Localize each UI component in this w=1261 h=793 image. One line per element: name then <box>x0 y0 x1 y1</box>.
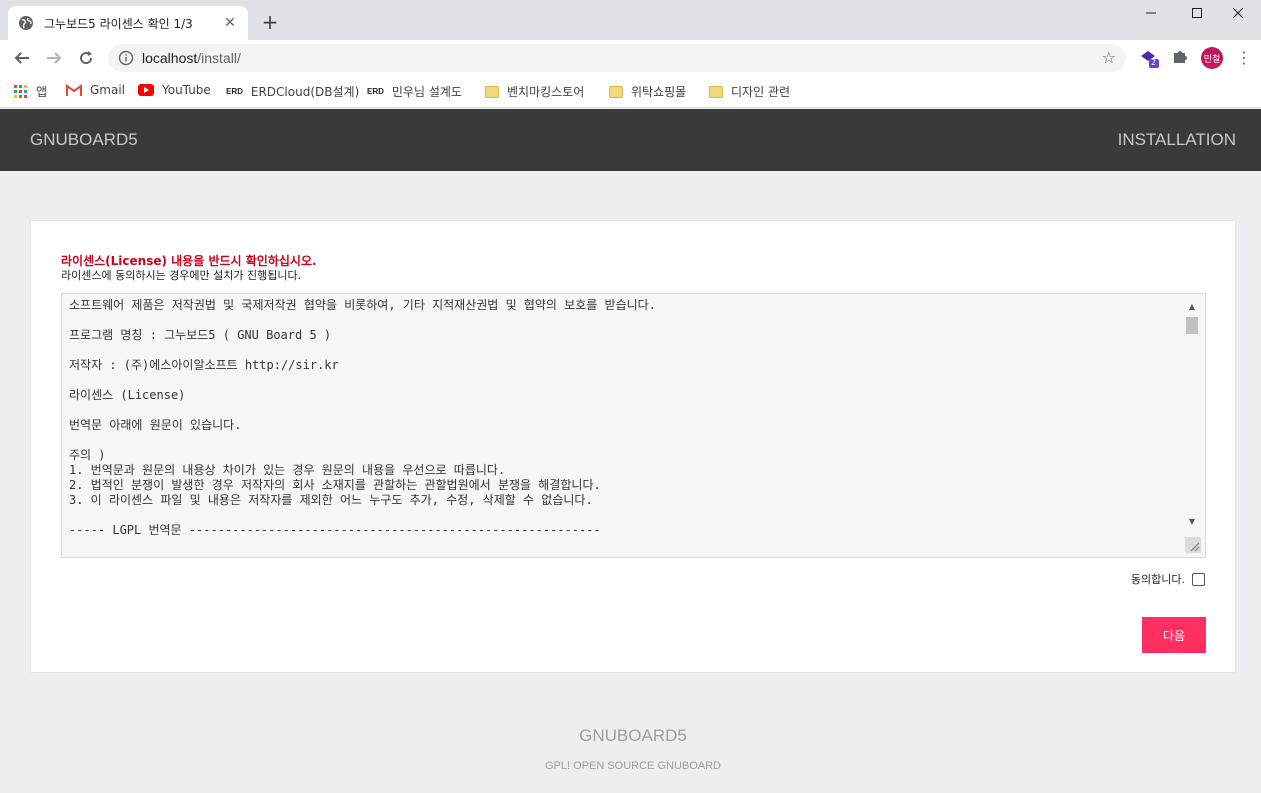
agree-row: 동의합니다. <box>1131 571 1205 587</box>
gmail-icon <box>66 84 82 96</box>
browser-tab[interactable]: 그누보드5 라이센스 확인 1/3 ✕ <box>8 6 248 40</box>
folder-icon <box>485 85 499 98</box>
profile-avatar[interactable]: 민철 <box>1201 47 1223 69</box>
minimize-icon <box>1146 12 1156 14</box>
erd-icon: ERD <box>367 87 384 96</box>
bookmark-label: 디자인 관련 <box>731 85 791 99</box>
license-subtitle: 라이센스에 동의하시는 경우에만 설치가 진행됩니다. <box>61 269 302 282</box>
url-path: /install/ <box>197 50 241 66</box>
bookmark-apps[interactable]: 앱 <box>14 83 47 100</box>
bookmark-label: 위탁쇼핑몰 <box>631 85 687 99</box>
header-installation-label: INSTALLATION <box>1117 130 1236 149</box>
tab-title: 그누보드5 라이센스 확인 1/3 <box>44 16 193 31</box>
apps-grid-icon <box>14 84 27 98</box>
resize-grip-icon[interactable] <box>1185 537 1201 553</box>
bookmark-youtube[interactable]: YouTube <box>138 83 211 97</box>
forward-button[interactable] <box>42 46 66 70</box>
bookmark-label: ERDCloud(DB설계) <box>250 85 360 99</box>
url-text[interactable]: localhost/install/ <box>142 50 241 66</box>
bookmark-design[interactable]: 디자인 관련 <box>709 83 790 100</box>
browser-toolbar: localhost/install/ ☆ 2 민철 ⋮ <box>0 40 1261 76</box>
bookmark-label: YouTube <box>162 83 211 97</box>
info-icon[interactable] <box>118 50 134 66</box>
maximize-button[interactable] <box>1174 0 1220 26</box>
reload-icon <box>80 51 93 65</box>
minimize-button[interactable] <box>1128 0 1174 26</box>
youtube-icon <box>138 84 154 96</box>
close-tab-icon[interactable]: ✕ <box>222 15 238 31</box>
maximize-icon <box>1192 8 1202 18</box>
bookmark-benchmarking-store[interactable]: 벤치마킹스토어 <box>485 83 584 100</box>
footer-logo: GNUBOARD5 <box>579 726 687 745</box>
scroll-down-icon[interactable]: ▼ <box>1185 517 1199 526</box>
agree-checkbox[interactable] <box>1192 572 1205 586</box>
bookmark-gmail[interactable]: Gmail <box>66 83 125 97</box>
scroll-up-icon[interactable]: ▲ <box>1185 302 1199 311</box>
site-logo: GNUBOARD5 <box>30 130 138 149</box>
bookmark-star-icon[interactable]: ☆ <box>1102 48 1116 67</box>
bookmark-minwoo-design[interactable]: ERD 민우님 설계도 <box>367 83 462 100</box>
puzzle-icon <box>1174 51 1187 63</box>
bookmarks-bar: 앱 Gmail YouTube ERD ERDCloud(DB설계) ERD 민… <box>0 76 1261 108</box>
browser-tab-strip: 그누보드5 라이센스 확인 1/3 ✕ + <box>0 0 1261 40</box>
globe-icon <box>19 16 33 30</box>
next-button[interactable]: 다음 <box>1142 617 1206 653</box>
menu-kebab-icon[interactable]: ⋮ <box>1236 48 1252 67</box>
license-text: 소프트웨어 제품은 저작권법 및 국제저작권 협약을 비롯하여, 기타 지적재산… <box>69 298 656 537</box>
arrow-right-icon <box>47 52 62 64</box>
bookmark-erdcloud[interactable]: ERD ERDCloud(DB설계) <box>226 83 359 100</box>
close-icon <box>1233 8 1243 18</box>
bookmark-label: 앱 <box>36 85 48 99</box>
close-window-button[interactable] <box>1215 0 1261 26</box>
extensions-puzzle-button[interactable] <box>1171 48 1191 68</box>
extension-badge: 2 <box>1151 58 1157 67</box>
bookmark-label: Gmail <box>90 83 126 97</box>
erd-icon: ERD <box>226 87 243 96</box>
reload-button[interactable] <box>74 46 98 70</box>
scrollbar-thumb[interactable] <box>1186 317 1198 334</box>
license-scrollbar[interactable]: ▲ ▼ <box>1185 300 1199 526</box>
page-content: GNUBOARD5 INSTALLATION 라이센스(License) 내용을… <box>0 109 1261 793</box>
license-card: 라이센스(License) 내용을 반드시 확인하십시오. 라이센스에 동의하시… <box>30 220 1236 673</box>
footer-tagline: GPL! OPEN SOURCE GNUBOARD <box>544 760 722 772</box>
bookmark-label: 민우님 설계도 <box>391 85 462 99</box>
license-textarea[interactable]: 소프트웨어 제품은 저작권법 및 국제저작권 협약을 비롯하여, 기타 지적재산… <box>61 293 1206 558</box>
back-button[interactable] <box>10 46 34 70</box>
address-bar[interactable]: localhost/install/ ☆ <box>108 44 1126 72</box>
new-tab-button[interactable]: + <box>258 10 282 34</box>
site-header: GNUBOARD5 INSTALLATION <box>0 109 1261 171</box>
url-host: localhost <box>142 50 198 66</box>
bookmark-label: 벤치마킹스토어 <box>507 85 585 99</box>
agree-label: 동의합니다. <box>1130 573 1185 586</box>
folder-icon <box>609 85 623 98</box>
folder-icon <box>709 85 723 98</box>
bookmark-consignment-mall[interactable]: 위탁쇼핑몰 <box>609 83 686 100</box>
extension-icon[interactable]: 2 <box>1139 48 1159 68</box>
arrow-left-icon <box>14 52 29 64</box>
